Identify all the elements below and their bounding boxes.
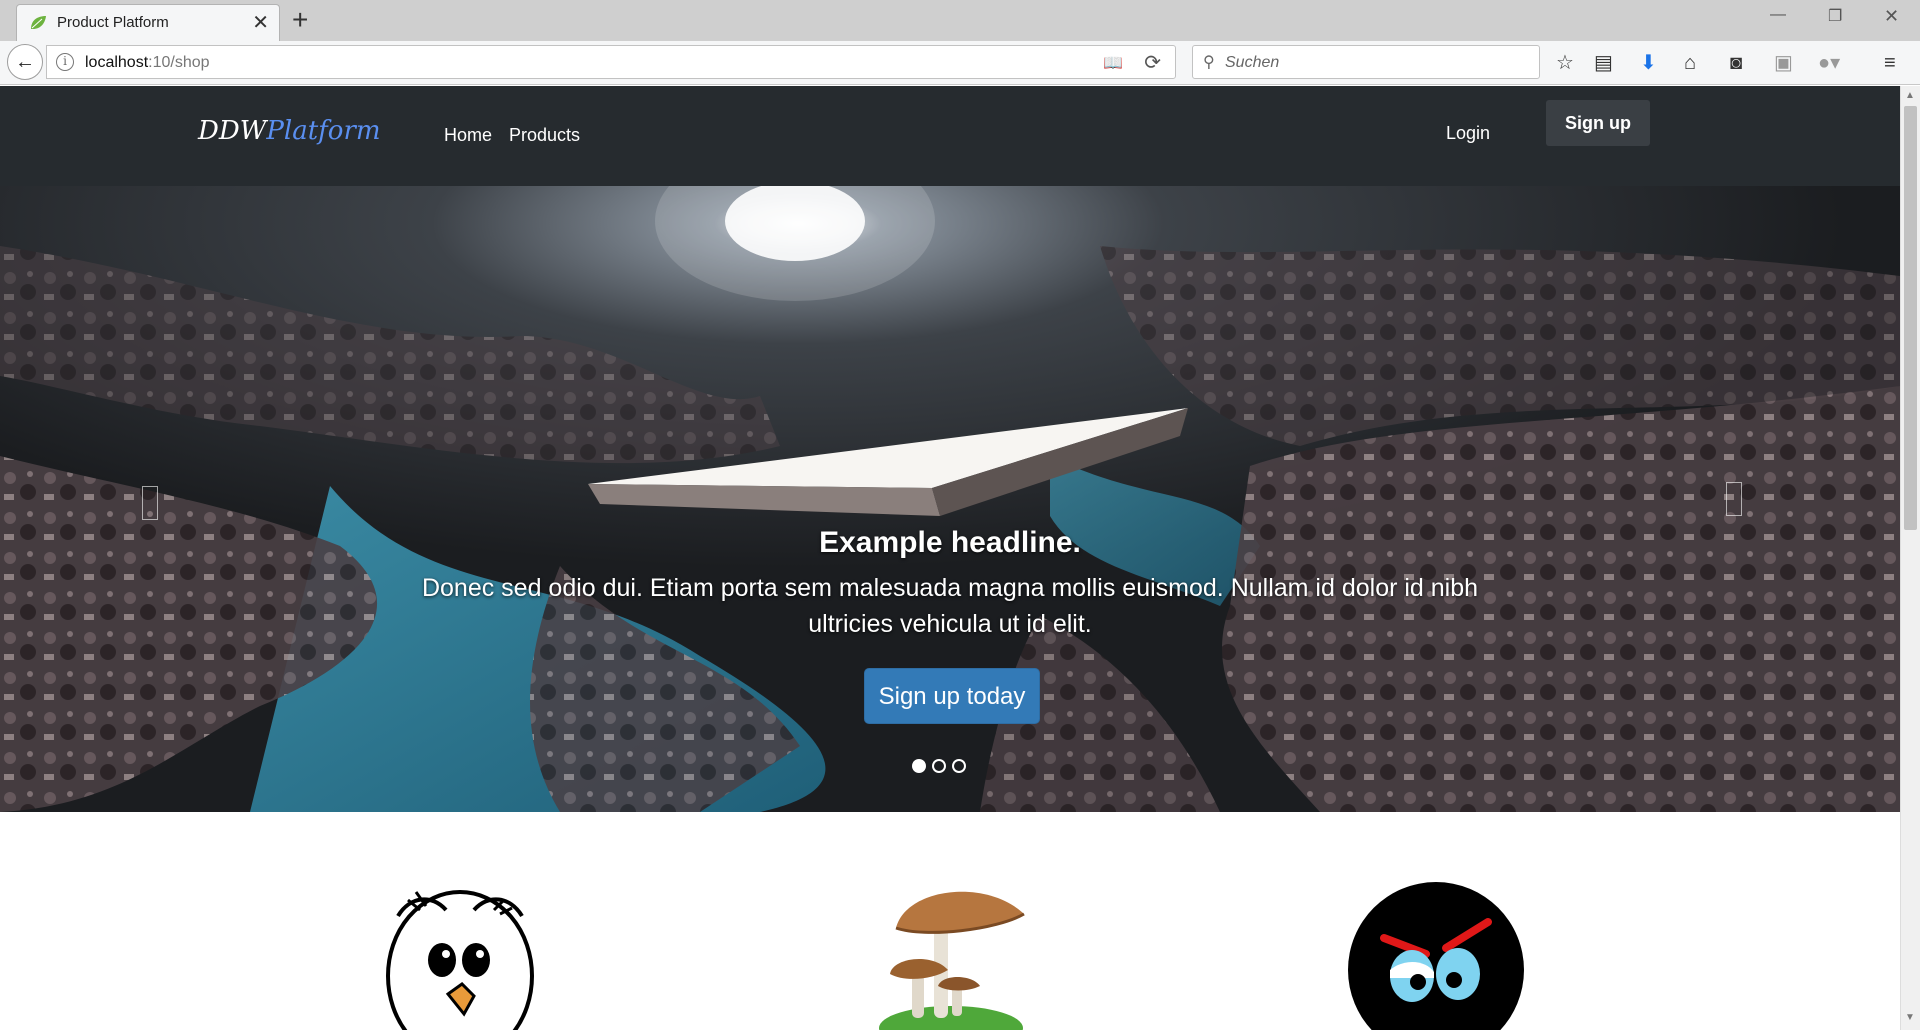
page-scrollbar[interactable]: ▲ ▼ [1900,86,1920,1030]
nav-home-link[interactable]: Home [444,125,492,146]
download-icon[interactable]: ⬇ [1640,51,1657,75]
search-icon: ⚲ [1203,54,1215,71]
scroll-up-icon[interactable]: ▲ [1905,90,1915,101]
owl-icon [386,890,534,1030]
back-arrow-icon[interactable]: ← [7,44,43,80]
carousel-indicator-3[interactable] [952,759,966,773]
scroll-thumb[interactable] [1904,106,1917,530]
web-page: DDWPlatform Home Products Login Sign up [0,86,1900,1030]
brand-main: DDW [198,116,267,146]
url-bar[interactable]: i localhost:10/shop 📖 ⟳ [46,45,1176,79]
browser-tab[interactable]: Product Platform ✕ [16,4,280,41]
signup-today-button[interactable]: Sign up today [864,668,1040,724]
brand-accent: Platform [266,116,381,146]
hero-headline: Example headline. [819,526,1081,559]
tab-title: Product Platform [57,14,169,31]
nav-products-link[interactable]: Products [509,125,580,146]
url-path: :10/shop [148,54,210,71]
menu-icon[interactable]: ≡ [1884,51,1896,75]
leaf-favicon-icon [31,16,46,29]
signup-button[interactable]: Sign up [1546,100,1650,146]
reload-icon[interactable]: ⟳ [1144,50,1161,75]
site-navbar: DDWPlatform Home Products Login Sign up [0,86,1900,186]
screenshot-icon[interactable]: ▣ [1774,51,1793,75]
scroll-down-icon[interactable]: ▼ [1905,1012,1915,1023]
login-link[interactable]: Login [1446,110,1490,156]
carousel-indicator-1[interactable] [912,759,926,773]
brand-logo[interactable]: DDWPlatform [198,116,381,146]
adblock-icon[interactable]: ●▾ [1818,51,1840,75]
restore-icon[interactable]: ❐ [1828,6,1842,26]
url-text: localhost:10/shop [85,54,210,72]
search-bar[interactable]: ⚲ Suchen [1192,45,1540,79]
browser-toolbar: ← i localhost:10/shop 📖 ⟳ ⚲ Suchen ☆ ▤ ⬇… [0,41,1920,85]
home-icon[interactable]: ⌂ [1684,51,1696,75]
reader-view-icon[interactable]: 📖 [1103,53,1123,73]
reading-list-icon[interactable]: ▤ [1594,51,1613,75]
tab-close-icon[interactable]: ✕ [252,11,269,35]
search-input[interactable]: Suchen [1225,54,1279,72]
carousel-indicator-2[interactable] [932,759,946,773]
new-tab-icon[interactable]: + [292,4,308,36]
bookmark-star-icon[interactable]: ☆ [1556,51,1574,75]
minimize-icon[interactable]: — [1770,6,1786,24]
carousel-next-icon[interactable] [1726,482,1742,516]
hero-carousel: Example headline. Donec sed odio dui. Et… [0,186,1900,812]
mushroom-icon [879,891,1025,1030]
hero-text: Donec sed odio dui. Etiam porta sem male… [421,574,1479,638]
url-host: localhost [85,54,149,71]
pocket-icon[interactable]: ◙ [1730,51,1742,75]
carousel-prev-icon[interactable] [142,486,158,520]
window-close-icon[interactable]: ✕ [1884,6,1899,27]
angry-face-icon [1348,882,1524,1030]
browser-tab-bar: Product Platform ✕ + — ❐ ✕ [0,0,1920,41]
info-icon[interactable]: i [56,53,74,71]
